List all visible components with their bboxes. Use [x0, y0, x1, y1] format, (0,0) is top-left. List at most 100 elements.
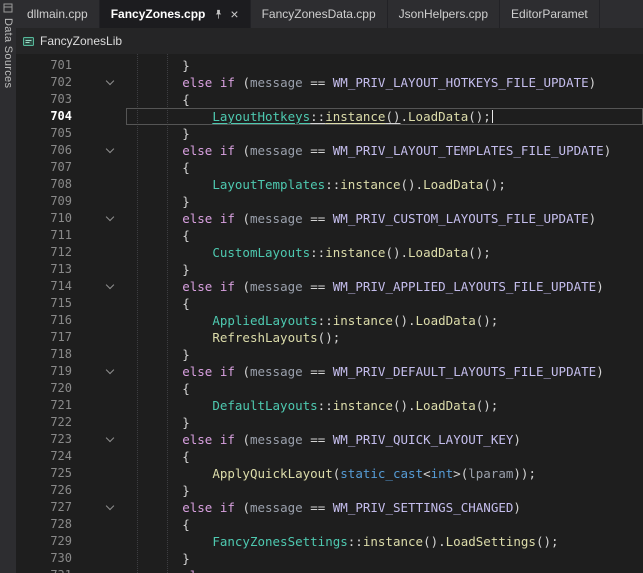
code-text[interactable]: RefreshLayouts();	[122, 329, 643, 346]
code-line-714[interactable]: 714 else if (message == WM_PRIV_APPLIED_…	[16, 278, 643, 295]
code-line-710[interactable]: 710 else if (message == WM_PRIV_CUSTOM_L…	[16, 210, 643, 227]
code-text[interactable]: }	[122, 550, 643, 567]
code-line-706[interactable]: 706 else if (message == WM_PRIV_LAYOUT_T…	[16, 142, 643, 159]
code-line-718[interactable]: 718 }	[16, 346, 643, 363]
code-text[interactable]: else if (message == WM_PRIV_LAYOUT_TEMPL…	[122, 142, 643, 159]
code-line-720[interactable]: 720 {	[16, 380, 643, 397]
line-number[interactable]: 705	[16, 125, 72, 142]
line-number[interactable]: 721	[16, 397, 72, 414]
project-dropdown[interactable]: FancyZonesLib	[40, 34, 122, 48]
code-line-719[interactable]: 719 else if (message == WM_PRIV_DEFAULT_…	[16, 363, 643, 380]
code-line-707[interactable]: 707 {	[16, 159, 643, 176]
code-text[interactable]: {	[122, 227, 643, 244]
code-line-726[interactable]: 726 }	[16, 482, 643, 499]
fold-margin[interactable]	[72, 210, 122, 227]
code-line-727[interactable]: 727 else if (message == WM_PRIV_SETTINGS…	[16, 499, 643, 516]
close-tab-icon[interactable]: ×	[230, 7, 238, 21]
line-number[interactable]: 720	[16, 380, 72, 397]
fold-chevron-icon[interactable]	[106, 144, 114, 152]
code-line-704[interactable]: 704 LayoutHotkeys::instance().LoadData()…	[16, 108, 643, 125]
fold-chevron-icon[interactable]	[106, 212, 114, 220]
code-line-712[interactable]: 712 CustomLayouts::instance().LoadData()…	[16, 244, 643, 261]
line-number[interactable]: 712	[16, 244, 72, 261]
fold-chevron-icon[interactable]	[106, 501, 114, 509]
fold-margin[interactable]	[72, 499, 122, 516]
line-number[interactable]: 708	[16, 176, 72, 193]
fold-chevron-icon[interactable]	[106, 365, 114, 373]
line-number[interactable]: 731	[16, 567, 72, 573]
tab-fancyzones-cpp[interactable]: FancyZones.cpp×	[100, 0, 251, 28]
line-number[interactable]: 724	[16, 448, 72, 465]
line-number[interactable]: 726	[16, 482, 72, 499]
fold-margin[interactable]	[72, 567, 122, 573]
data-sources-icon[interactable]	[3, 3, 13, 13]
line-number[interactable]: 717	[16, 329, 72, 346]
code-line-703[interactable]: 703 {	[16, 91, 643, 108]
code-text[interactable]: {	[122, 159, 643, 176]
fold-chevron-icon[interactable]	[106, 569, 114, 573]
code-line-713[interactable]: 713 }	[16, 261, 643, 278]
line-number[interactable]: 713	[16, 261, 72, 278]
tab-editorparamet[interactable]: EditorParamet	[500, 0, 600, 28]
line-number[interactable]: 703	[16, 91, 72, 108]
code-text[interactable]: {	[122, 516, 643, 533]
fold-margin[interactable]	[72, 278, 122, 295]
line-number[interactable]: 725	[16, 465, 72, 482]
fold-chevron-icon[interactable]	[106, 76, 114, 84]
fold-chevron-icon[interactable]	[106, 280, 114, 288]
code-text[interactable]: else if (message == WM_PRIV_DEFAULT_LAYO…	[122, 363, 643, 380]
code-line-725[interactable]: 725 ApplyQuickLayout(static_cast<int>(lp…	[16, 465, 643, 482]
line-number[interactable]: 718	[16, 346, 72, 363]
line-number[interactable]: 707	[16, 159, 72, 176]
fold-margin[interactable]	[72, 363, 122, 380]
code-text[interactable]: }	[122, 414, 643, 431]
code-line-708[interactable]: 708 LayoutTemplates::instance().LoadData…	[16, 176, 643, 193]
code-line-709[interactable]: 709 }	[16, 193, 643, 210]
line-number[interactable]: 730	[16, 550, 72, 567]
code-text[interactable]: DefaultLayouts::instance().LoadData();	[122, 397, 643, 414]
line-number[interactable]: 711	[16, 227, 72, 244]
code-text[interactable]: }	[122, 193, 643, 210]
code-line-731[interactable]: 731 else	[16, 567, 643, 573]
line-number[interactable]: 716	[16, 312, 72, 329]
code-text[interactable]: LayoutTemplates::instance().LoadData();	[122, 176, 643, 193]
code-text[interactable]: }	[122, 261, 643, 278]
code-text[interactable]: else if (message == WM_PRIV_SETTINGS_CHA…	[122, 499, 643, 516]
code-text[interactable]: {	[122, 91, 643, 108]
code-text[interactable]: }	[122, 482, 643, 499]
tab-jsonhelpers-cpp[interactable]: JsonHelpers.cpp	[388, 0, 500, 28]
code-text[interactable]: else if (message == WM_PRIV_CUSTOM_LAYOU…	[122, 210, 643, 227]
code-text[interactable]: AppliedLayouts::instance().LoadData();	[122, 312, 643, 329]
code-text[interactable]: {	[122, 295, 643, 312]
code-line-729[interactable]: 729 FancyZonesSettings::instance().LoadS…	[16, 533, 643, 550]
line-number[interactable]: 704	[16, 108, 72, 125]
line-number[interactable]: 701	[16, 57, 72, 74]
code-text[interactable]: }	[122, 57, 643, 74]
code-line-728[interactable]: 728 {	[16, 516, 643, 533]
code-line-702[interactable]: 702 else if (message == WM_PRIV_LAYOUT_H…	[16, 74, 643, 91]
line-number[interactable]: 710	[16, 210, 72, 227]
code-editor[interactable]: 701 }702 else if (message == WM_PRIV_LAY…	[16, 54, 643, 573]
code-line-722[interactable]: 722 }	[16, 414, 643, 431]
tool-tab-data-sources[interactable]: Data Sources	[2, 18, 14, 88]
code-text[interactable]: LayoutHotkeys::instance().LoadData();	[122, 108, 643, 125]
code-line-730[interactable]: 730 }	[16, 550, 643, 567]
code-text[interactable]: }	[122, 346, 643, 363]
code-line-723[interactable]: 723 else if (message == WM_PRIV_QUICK_LA…	[16, 431, 643, 448]
code-text[interactable]: {	[122, 380, 643, 397]
code-text[interactable]: {	[122, 448, 643, 465]
fold-margin[interactable]	[72, 431, 122, 448]
code-text[interactable]: else if (message == WM_PRIV_LAYOUT_HOTKE…	[122, 74, 643, 91]
line-number[interactable]: 719	[16, 363, 72, 380]
code-text[interactable]: FancyZonesSettings::instance().LoadSetti…	[122, 533, 643, 550]
fold-margin[interactable]	[72, 74, 122, 91]
code-line-721[interactable]: 721 DefaultLayouts::instance().LoadData(…	[16, 397, 643, 414]
code-text[interactable]: }	[122, 125, 643, 142]
code-line-724[interactable]: 724 {	[16, 448, 643, 465]
line-number[interactable]: 722	[16, 414, 72, 431]
line-number[interactable]: 715	[16, 295, 72, 312]
code-text[interactable]: else if (message == WM_PRIV_QUICK_LAYOUT…	[122, 431, 643, 448]
fold-margin[interactable]	[72, 142, 122, 159]
code-text[interactable]: else if (message == WM_PRIV_APPLIED_LAYO…	[122, 278, 643, 295]
tab-dllmain-cpp[interactable]: dllmain.cpp	[16, 0, 100, 28]
